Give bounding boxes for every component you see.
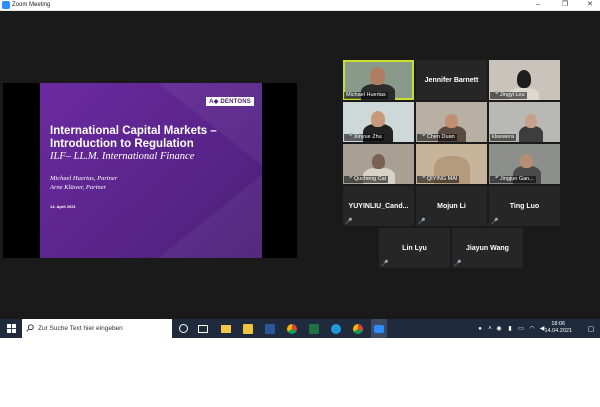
participant-face: [372, 154, 385, 169]
participant-tile-ting-luo[interactable]: Ting Luo 🎤: [489, 186, 560, 226]
notification-icon[interactable]: ▢: [586, 319, 596, 338]
search-icon: [26, 324, 34, 332]
participant-name: Mojun Li: [437, 202, 466, 210]
clock-date: 14.04.2021: [544, 328, 572, 334]
slide-author-2: Arne Klüwer, Partner: [50, 184, 107, 191]
participant-name: 🎤 Jingyi Lou: [490, 92, 527, 99]
user-icon[interactable]: ●: [476, 319, 484, 338]
participant-name: 🎤 QIYING MAI: [417, 176, 460, 183]
participant-name: kluewera: [490, 134, 517, 141]
participant-name: 🎤 Jingjun Gan...: [490, 176, 536, 183]
participant-face: [370, 67, 385, 85]
minimize-button[interactable]: –: [528, 0, 548, 10]
participant-name: Jiayun Wang: [466, 244, 509, 252]
participant-tile-chen-duan[interactable]: 🎤 Chen Duan: [416, 102, 487, 142]
participant-name: Michael Huertas: [344, 92, 388, 99]
slide-title: International Capital Markets – Introduc…: [50, 125, 217, 150]
muted-mic-icon: 🎤: [381, 261, 389, 267]
participant-name: 🎤 Chen Duan: [417, 134, 457, 141]
participant-tile-xinyue-zhu[interactable]: 🎤 Xinyue Zhu: [343, 102, 414, 142]
participant-name-text: Michael Huertas: [346, 92, 386, 98]
outlook-icon[interactable]: [241, 319, 255, 338]
muted-mic-icon: 🎤: [418, 219, 426, 225]
participant-name-text: Chen Duan: [426, 134, 455, 140]
participant-name: 🎤 Xinyue Zhu: [344, 134, 384, 141]
participant-tile-jingyi-lou[interactable]: 🎤 Jingyi Lou: [489, 60, 560, 100]
muted-mic-icon: 🎤: [492, 92, 499, 98]
chevron-up-icon[interactable]: ˄: [486, 319, 494, 338]
participant-tile-jingjun-gan[interactable]: 🎤 Jingjun Gan...: [489, 144, 560, 184]
participant-name-text: Jingjun Gan...: [499, 176, 534, 182]
slide-date: 14. April 2021: [50, 204, 76, 209]
participant-name: YUYINLIU_Cand...: [348, 202, 409, 210]
participant-face: [517, 70, 531, 88]
window-title: Zoom Meeting: [12, 2, 51, 8]
participant-name: 🎤 Qucheng Cai: [344, 176, 388, 183]
participant-name: Jennifer Barnett: [424, 76, 479, 84]
muted-mic-icon: 🎤: [492, 176, 499, 182]
participant-tile-lin-lyu[interactable]: Lin Lyu 🎤: [379, 228, 450, 268]
muted-mic-icon: 🎤: [491, 219, 499, 225]
participant-name-text: kluewera: [492, 134, 515, 140]
shared-screen[interactable]: A◆ DENTONS International Capital Markets…: [3, 83, 297, 258]
zoom-app-icon: [2, 1, 10, 9]
participant-name: Lin Lyu: [402, 244, 427, 252]
participant-name-text: Xinyue Zhu: [353, 134, 382, 140]
cortana-icon[interactable]: [176, 319, 190, 338]
close-button[interactable]: ✕: [580, 0, 600, 10]
wifi-icon[interactable]: ◠: [528, 319, 536, 338]
microphone-icon[interactable]: ▮: [506, 319, 514, 338]
slide-subtitle: ILF– LL.M. International Finance: [50, 151, 195, 162]
dentons-logo: A◆ DENTONS: [206, 97, 254, 106]
participant-name-text: Qucheng Cai: [353, 176, 386, 182]
windows-taskbar: Zur Suche Text hier eingeben ● ˄ ◉ ▮ ▭ ◠…: [0, 319, 600, 338]
chrome-icon-2[interactable]: [351, 319, 365, 338]
participant-face: [445, 114, 458, 128]
file-explorer-icon[interactable]: [219, 319, 233, 338]
zoom-taskbar-icon[interactable]: [371, 319, 387, 338]
search-placeholder: Zur Suche Text hier eingeben: [38, 325, 123, 332]
meeting-area: A◆ DENTONS International Capital Markets…: [0, 11, 600, 319]
muted-mic-icon: 🎤: [454, 261, 462, 267]
participant-tile-yuyinliu[interactable]: YUYINLIU_Cand... 🎤: [343, 186, 414, 226]
participant-name-text: QIYING MAI: [426, 176, 458, 182]
edge-icon[interactable]: [329, 319, 343, 338]
speaker-icon[interactable]: ◉: [495, 319, 503, 338]
participant-tile-jiayun-wang[interactable]: Jiayun Wang 🎤: [452, 228, 523, 268]
chrome-icon[interactable]: [285, 319, 299, 338]
participant-tile-kluewera[interactable]: kluewera: [489, 102, 560, 142]
muted-mic-icon: 🎤: [419, 176, 426, 182]
system-clock[interactable]: 18:06 14.04.2021: [544, 321, 572, 335]
muted-mic-icon: 🎤: [346, 176, 353, 182]
task-view-icon[interactable]: [196, 319, 210, 338]
participant-name: Ting Luo: [509, 202, 540, 210]
maximize-button[interactable]: ❐: [555, 0, 575, 10]
muted-mic-icon: 🎤: [345, 219, 353, 225]
window-titlebar: Zoom Meeting – ❐ ✕: [0, 0, 600, 11]
participant-tile-qucheng-cai[interactable]: 🎤 Qucheng Cai: [343, 144, 414, 184]
slide-author-1: Michael Huertas, Partner: [50, 175, 118, 182]
participant-video: [519, 126, 543, 142]
presentation-slide: A◆ DENTONS International Capital Markets…: [40, 83, 262, 258]
windows-start-icon[interactable]: [2, 319, 20, 338]
participant-tile-jennifer-barnett[interactable]: Jennifer Barnett: [416, 60, 487, 100]
participant-tile-michael-huertas[interactable]: Michael Huertas: [343, 60, 414, 100]
excel-icon[interactable]: [307, 319, 321, 338]
taskbar-search-box[interactable]: Zur Suche Text hier eingeben: [22, 319, 172, 338]
participant-tile-mojun-li[interactable]: Mojun Li 🎤: [416, 186, 487, 226]
clock-time: 18:06: [551, 321, 566, 327]
word-icon[interactable]: [263, 319, 277, 338]
participant-face: [525, 114, 537, 128]
muted-mic-icon: 🎤: [346, 134, 353, 140]
participant-name-text: Jingyi Lou: [499, 92, 525, 98]
battery-icon[interactable]: ▭: [516, 319, 526, 338]
slide-decoration: [158, 83, 262, 258]
participant-tile-qiying-mai[interactable]: 🎤 QIYING MAI: [416, 144, 487, 184]
participant-face: [520, 154, 533, 168]
participant-face: [371, 111, 385, 127]
muted-mic-icon: 🎤: [419, 134, 426, 140]
